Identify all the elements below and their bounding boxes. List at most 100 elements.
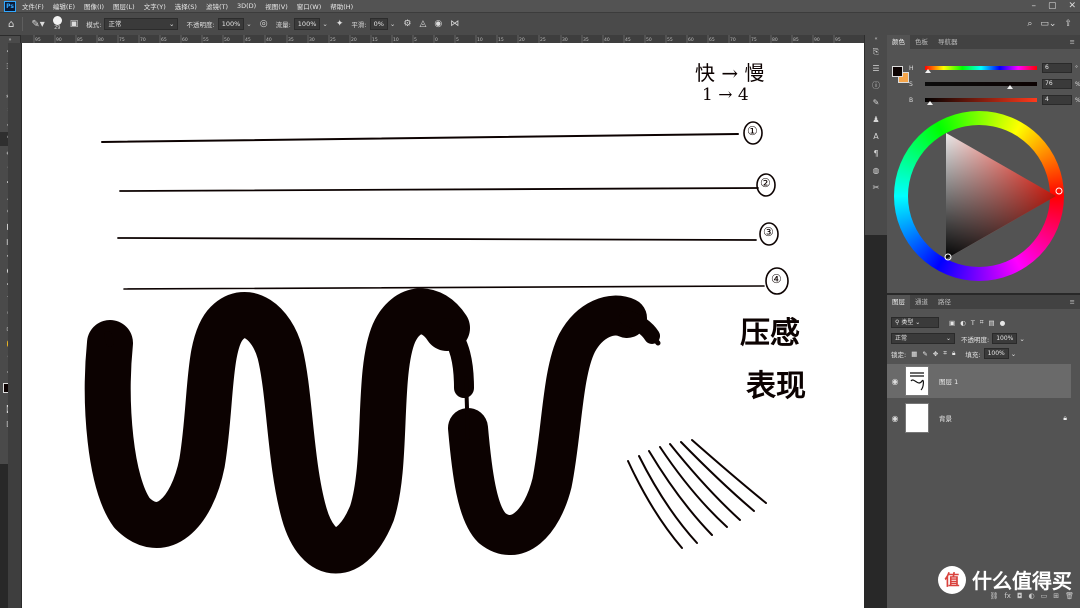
- maximize-icon[interactable]: ▢: [1048, 1, 1057, 11]
- menu-help[interactable]: 帮助(H): [330, 1, 353, 11]
- tab-navigator[interactable]: 导航器: [933, 35, 963, 49]
- pressure-size-icon[interactable]: ◉: [434, 19, 442, 29]
- menu-image[interactable]: 图像(I): [84, 1, 104, 11]
- document-canvas[interactable]: 快 → 慢 1 → 4 ① ② ③ ④ 压感 表现: [22, 43, 864, 608]
- lock-all-icon[interactable]: 🔒︎: [952, 349, 955, 358]
- filter-toggle-icon[interactable]: ●: [1000, 319, 1006, 327]
- layer-opacity-input[interactable]: 100%: [992, 333, 1018, 344]
- filter-adjustment-icon[interactable]: ◐: [960, 319, 966, 327]
- filter-shape-icon[interactable]: ⌗: [980, 318, 984, 327]
- panel-menu-icon[interactable]: ≡: [1070, 38, 1075, 46]
- foreground-color-swatch[interactable]: [892, 66, 903, 77]
- lock-pixels-icon[interactable]: ✎: [922, 350, 927, 358]
- lock-artboard-icon[interactable]: ⌗: [943, 349, 947, 358]
- layer-row[interactable]: ◉ 图层 1: [887, 364, 1071, 398]
- filter-type-icon[interactable]: T: [971, 319, 975, 327]
- minimize-icon[interactable]: –: [1031, 1, 1036, 11]
- mode-select[interactable]: 正常 ⌄: [104, 18, 179, 30]
- menu-3d[interactable]: 3D(D): [237, 2, 256, 10]
- hue-slider-row: H 6 °: [909, 63, 1080, 73]
- stroke-label-4: ④: [771, 272, 782, 286]
- brightness-slider[interactable]: [925, 98, 1037, 105]
- opacity-label: 不透明度:: [186, 21, 215, 29]
- character-panel-icon[interactable]: A: [865, 128, 887, 145]
- chevron-down-icon[interactable]: ⌄: [246, 20, 251, 28]
- pressure-note-line2: 表现: [746, 369, 806, 404]
- menu-layer[interactable]: 图层(L): [113, 1, 135, 11]
- tab-swatches[interactable]: 色板: [910, 35, 933, 49]
- search-icon[interactable]: ⌕: [1027, 19, 1032, 29]
- close-icon[interactable]: ✕: [1068, 1, 1076, 11]
- menu-select[interactable]: 选择(S): [175, 1, 197, 11]
- pressure-wave-stroke: [84, 288, 470, 574]
- fill-input[interactable]: 100%: [983, 348, 1009, 359]
- saturation-slider[interactable]: [925, 82, 1037, 89]
- tool-presets-panel-icon[interactable]: ✂: [865, 179, 887, 196]
- brightness-input[interactable]: 4: [1042, 95, 1072, 105]
- menu-file[interactable]: 文件(F): [22, 1, 44, 11]
- paragraph-panel-icon[interactable]: ¶: [865, 145, 887, 162]
- properties-panel-icon[interactable]: ☰: [865, 60, 887, 77]
- panel-icon-strip: « ⎘ ☰ ⓘ ✎ ♟ A ¶ ◍ ✂: [864, 35, 887, 235]
- blend-row: 正常 ⌄ 不透明度: 100% ⌄: [887, 333, 1080, 344]
- share-icon[interactable]: ⇪: [1064, 19, 1072, 29]
- layer-filter-select[interactable]: ⚲ 类型 ⌄: [891, 317, 939, 328]
- angle-icon[interactable]: ◬: [419, 19, 426, 29]
- collapse-icon[interactable]: «: [865, 35, 887, 43]
- panel-menu-icon[interactable]: ≡: [1070, 298, 1075, 306]
- smoothing-control: 平滑: 0% ⌄: [351, 18, 395, 30]
- chevron-down-icon[interactable]: ⌄: [1019, 335, 1024, 343]
- chevron-down-icon[interactable]: ⌄: [390, 20, 395, 28]
- menu-filter[interactable]: 滤镜(T): [206, 1, 228, 11]
- workspace-icon[interactable]: ▭⌄: [1040, 19, 1056, 29]
- glyphs-panel-icon[interactable]: ◍: [865, 162, 887, 179]
- lock-transparent-icon[interactable]: ▦: [911, 350, 917, 358]
- tab-color[interactable]: 颜色: [887, 35, 910, 49]
- tab-paths[interactable]: 路径: [933, 295, 956, 309]
- color-wheel[interactable]: [894, 111, 1064, 281]
- layer-row[interactable]: ◉ 背景 🔒︎: [887, 401, 1071, 435]
- symmetry-icon[interactable]: ⋈: [450, 19, 459, 29]
- menu-edit[interactable]: 编辑(E): [53, 1, 75, 11]
- chevron-down-icon: ⌄: [945, 335, 951, 342]
- brush-tool-icon[interactable]: ✎▾: [31, 19, 44, 30]
- blend-mode-select[interactable]: 正常 ⌄: [891, 333, 955, 344]
- info-panel-icon[interactable]: ⓘ: [865, 77, 887, 94]
- pressure-opacity-icon[interactable]: ◎: [260, 19, 268, 29]
- home-icon[interactable]: ⌂: [8, 19, 14, 30]
- history-panel-icon[interactable]: ⎘: [865, 43, 887, 60]
- tab-channels[interactable]: 通道: [910, 295, 933, 309]
- menu-type[interactable]: 文字(Y): [144, 1, 166, 11]
- gear-icon[interactable]: ⚙: [403, 19, 411, 29]
- smoothing-input[interactable]: 0%: [369, 18, 388, 30]
- lock-position-icon[interactable]: ✥: [933, 350, 938, 358]
- brush-stroke-4: [123, 285, 765, 290]
- filter-pixel-icon[interactable]: ▣: [949, 319, 955, 327]
- color-triangle[interactable]: [894, 111, 1064, 281]
- hue-slider[interactable]: [925, 66, 1037, 73]
- brush-settings-panel-icon[interactable]: ✎: [865, 94, 887, 111]
- visibility-eye-icon[interactable]: ◉: [887, 414, 903, 423]
- brightness-slider-thumb[interactable]: [927, 101, 933, 105]
- visibility-eye-icon[interactable]: ◉: [887, 377, 903, 386]
- chevron-down-icon[interactable]: ⌄: [322, 20, 327, 28]
- brush-preset-picker[interactable]: 29: [52, 16, 62, 32]
- airbrush-icon[interactable]: ✦: [336, 19, 344, 29]
- lock-label: 锁定:: [891, 350, 907, 359]
- hue-input[interactable]: 6: [1042, 63, 1072, 73]
- menu-window[interactable]: 窗口(W): [297, 1, 322, 11]
- flow-label: 流量:: [275, 21, 291, 29]
- clone-source-panel-icon[interactable]: ♟: [865, 111, 887, 128]
- menu-view[interactable]: 视图(V): [265, 1, 288, 11]
- chevron-down-icon[interactable]: ⌄: [1011, 350, 1016, 358]
- saturation-slider-thumb[interactable]: [1007, 85, 1013, 89]
- opacity-input[interactable]: 100%: [217, 18, 245, 30]
- saturation-input[interactable]: 76: [1042, 79, 1072, 89]
- blend-mode-value: 正常: [895, 335, 908, 342]
- tab-layers[interactable]: 图层: [887, 295, 910, 309]
- filter-smart-icon[interactable]: ▤: [988, 319, 994, 327]
- pressure-wave-stroke: [104, 331, 114, 347]
- flow-input[interactable]: 100%: [293, 18, 321, 30]
- hue-slider-thumb[interactable]: [925, 69, 931, 73]
- brush-settings-icon[interactable]: ▣: [70, 19, 79, 29]
